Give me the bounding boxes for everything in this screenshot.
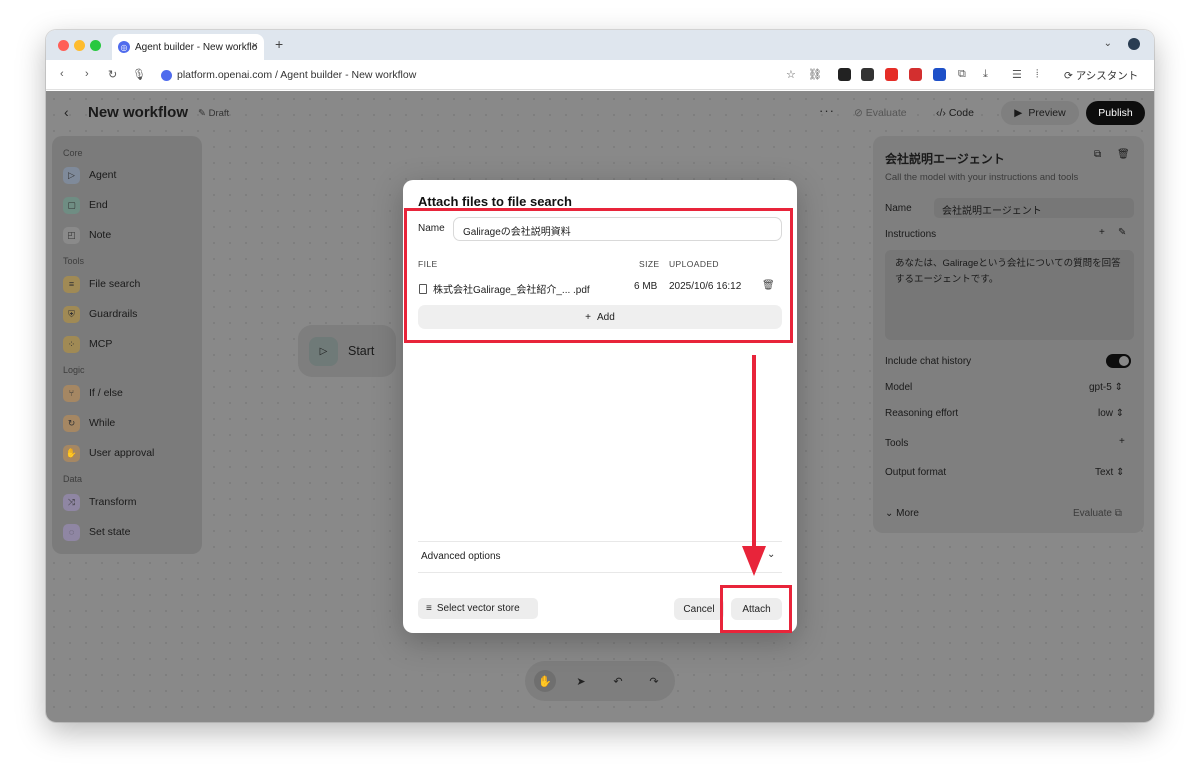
arrow-head (742, 546, 766, 576)
annotation-arrow (742, 355, 766, 576)
